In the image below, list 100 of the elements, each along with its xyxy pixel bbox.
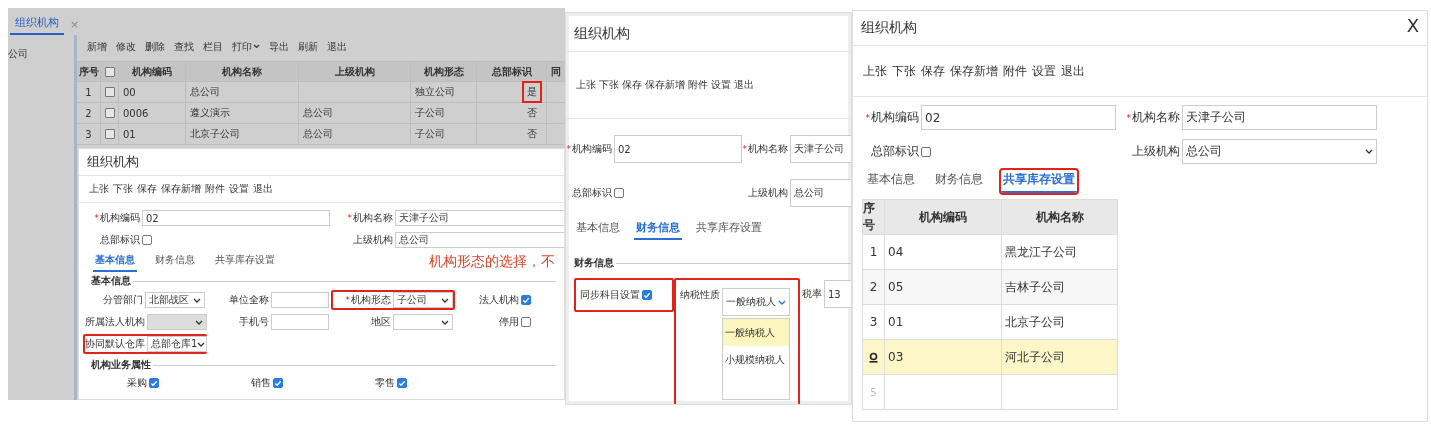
column-header: 总部标识 <box>491 64 532 79</box>
field-label: 上级机构 <box>748 186 788 200</box>
field-label: 总部标识 <box>572 186 612 200</box>
toolbar-button[interactable]: 上张 <box>863 62 887 80</box>
tab[interactable]: 基本信息 <box>574 219 622 240</box>
tab[interactable]: 组织机构 <box>10 15 64 35</box>
tab[interactable]: 基本信息 <box>93 252 137 272</box>
required-mark: * <box>566 144 571 154</box>
checkbox[interactable] <box>104 87 115 97</box>
toolbar-button[interactable]: 退出 <box>327 39 347 54</box>
field-label: 分管部门 <box>103 293 143 307</box>
toolbar-button[interactable]: 保存 <box>622 78 642 92</box>
checkbox[interactable] <box>142 235 152 245</box>
caret-icon <box>441 319 449 325</box>
toolbar-button[interactable]: 新增 <box>87 39 107 54</box>
field-label: 所属法人机构 <box>85 315 145 329</box>
toolbar-button[interactable]: 保存新增 <box>645 78 685 92</box>
select-field[interactable]: 总公司 <box>1182 139 1377 164</box>
select-field[interactable]: 总部仓库1 <box>147 336 207 352</box>
input-field[interactable]: 天津子公司 <box>1182 105 1377 130</box>
column-header: 机构编码 <box>132 64 172 79</box>
toolbar-button[interactable]: 保存 <box>137 182 157 196</box>
row-number: 3 <box>85 128 92 140</box>
row-number: 1 <box>869 245 878 259</box>
toolbar-button[interactable]: 修改 <box>116 39 136 54</box>
toolbar-button[interactable]: 保存新增 <box>161 182 201 196</box>
input-field[interactable]: 总公司 <box>790 179 851 207</box>
toolbar-button[interactable]: 退出 <box>734 78 754 92</box>
toolbar-button[interactable]: 下张 <box>113 182 133 196</box>
checkbox[interactable] <box>521 295 531 305</box>
toolbar-button[interactable]: 附件 <box>688 78 708 92</box>
toolbar-button[interactable]: 上张 <box>576 78 596 92</box>
table-cell: 总公司 <box>303 127 333 141</box>
toolbar-button[interactable]: 附件 <box>1003 62 1027 80</box>
checkbox[interactable] <box>397 378 407 388</box>
toolbar-button[interactable]: 附件 <box>205 182 225 196</box>
checkbox[interactable] <box>521 317 531 327</box>
checkbox[interactable] <box>273 378 283 388</box>
section-title: 机构业务属性 <box>91 358 151 372</box>
checkbox[interactable] <box>642 290 652 300</box>
table-cell: 黑龙江子公司 <box>1005 243 1077 261</box>
toolbar-button[interactable]: 退出 <box>253 182 273 196</box>
tab[interactable]: 基本信息 <box>865 170 917 193</box>
select-field[interactable]: 子公司 <box>393 292 453 308</box>
checkbox[interactable] <box>614 188 624 198</box>
toolbar-button[interactable]: 导出 <box>269 39 289 54</box>
toolbar-button[interactable]: 设置 <box>711 78 731 92</box>
toolbar-button[interactable]: 保存 <box>921 62 945 80</box>
field-label: 机构名称 <box>1132 109 1180 126</box>
checkbox[interactable] <box>104 129 115 139</box>
select-field[interactable] <box>393 314 453 330</box>
toolbar-button[interactable]: 下张 <box>599 78 619 92</box>
toolbar-button[interactable]: 删除 <box>145 39 165 54</box>
close-button[interactable]: X <box>1406 14 1419 36</box>
input-field[interactable] <box>270 292 329 308</box>
toolbar-button[interactable]: 上张 <box>89 182 109 196</box>
input-field[interactable]: 天津子公司 <box>395 210 564 226</box>
checkbox[interactable] <box>149 378 159 388</box>
input-field[interactable]: 天津子公司 <box>790 135 851 163</box>
field-label: 机构名称 <box>748 142 788 156</box>
toolbar-button[interactable]: 下张 <box>892 62 916 80</box>
input-field[interactable]: 02 <box>614 135 742 163</box>
tab[interactable]: 共享库存设置 <box>1001 170 1077 193</box>
tab[interactable]: 财务信息 <box>153 252 197 272</box>
toolbar-button[interactable]: 打印 <box>232 39 260 54</box>
toolbar-button[interactable]: 设置 <box>1032 62 1056 80</box>
field-label: 停用 <box>499 315 519 329</box>
field-label: 手机号 <box>238 315 269 329</box>
field-label: 零售 <box>375 376 395 390</box>
toolbar-button[interactable]: 栏目 <box>203 39 223 54</box>
tab[interactable]: 财务信息 <box>933 170 985 193</box>
row-number: 2 <box>85 107 92 119</box>
field-label: 机构形态 <box>351 293 391 307</box>
select-field[interactable]: 北部战区 <box>145 292 205 308</box>
toolbar-button[interactable]: 退出 <box>1061 62 1085 80</box>
tab[interactable]: 共享库存设置 <box>694 219 764 240</box>
toolbar-button[interactable]: 保存新增 <box>950 62 998 80</box>
dropdown-option[interactable]: 小规模纳税人 <box>723 346 789 373</box>
input-field[interactable]: 02 <box>142 210 330 226</box>
toolbar-button[interactable]: 刷新 <box>298 39 318 54</box>
input-field[interactable] <box>270 314 329 330</box>
toolbar-button[interactable]: 设置 <box>229 182 249 196</box>
checkbox[interactable] <box>104 66 115 77</box>
input-field[interactable]: 总公司 <box>395 232 564 248</box>
field-label: 机构编码 <box>572 142 612 156</box>
table-cell: 河北子公司 <box>1005 348 1065 366</box>
field-label: 纳税性质 <box>680 288 720 302</box>
tab[interactable]: 共享库存设置 <box>213 252 277 272</box>
field-label: 采购 <box>127 376 147 390</box>
select-field[interactable]: 一般纳税人 <box>722 288 790 316</box>
dropdown-option[interactable]: 一般纳税人 <box>723 319 789 346</box>
tab[interactable]: 财务信息 <box>634 219 682 240</box>
column-header: 序号 <box>78 64 99 79</box>
select-field[interactable]: 13 <box>824 280 851 308</box>
checkbox[interactable] <box>921 146 931 157</box>
sidebar-item[interactable]: 公司 <box>8 48 28 59</box>
field-label: 上级机构 <box>353 233 393 247</box>
toolbar-button[interactable]: 查找 <box>174 39 194 54</box>
checkbox[interactable] <box>104 108 115 118</box>
input-field[interactable]: 02 <box>921 105 1116 130</box>
